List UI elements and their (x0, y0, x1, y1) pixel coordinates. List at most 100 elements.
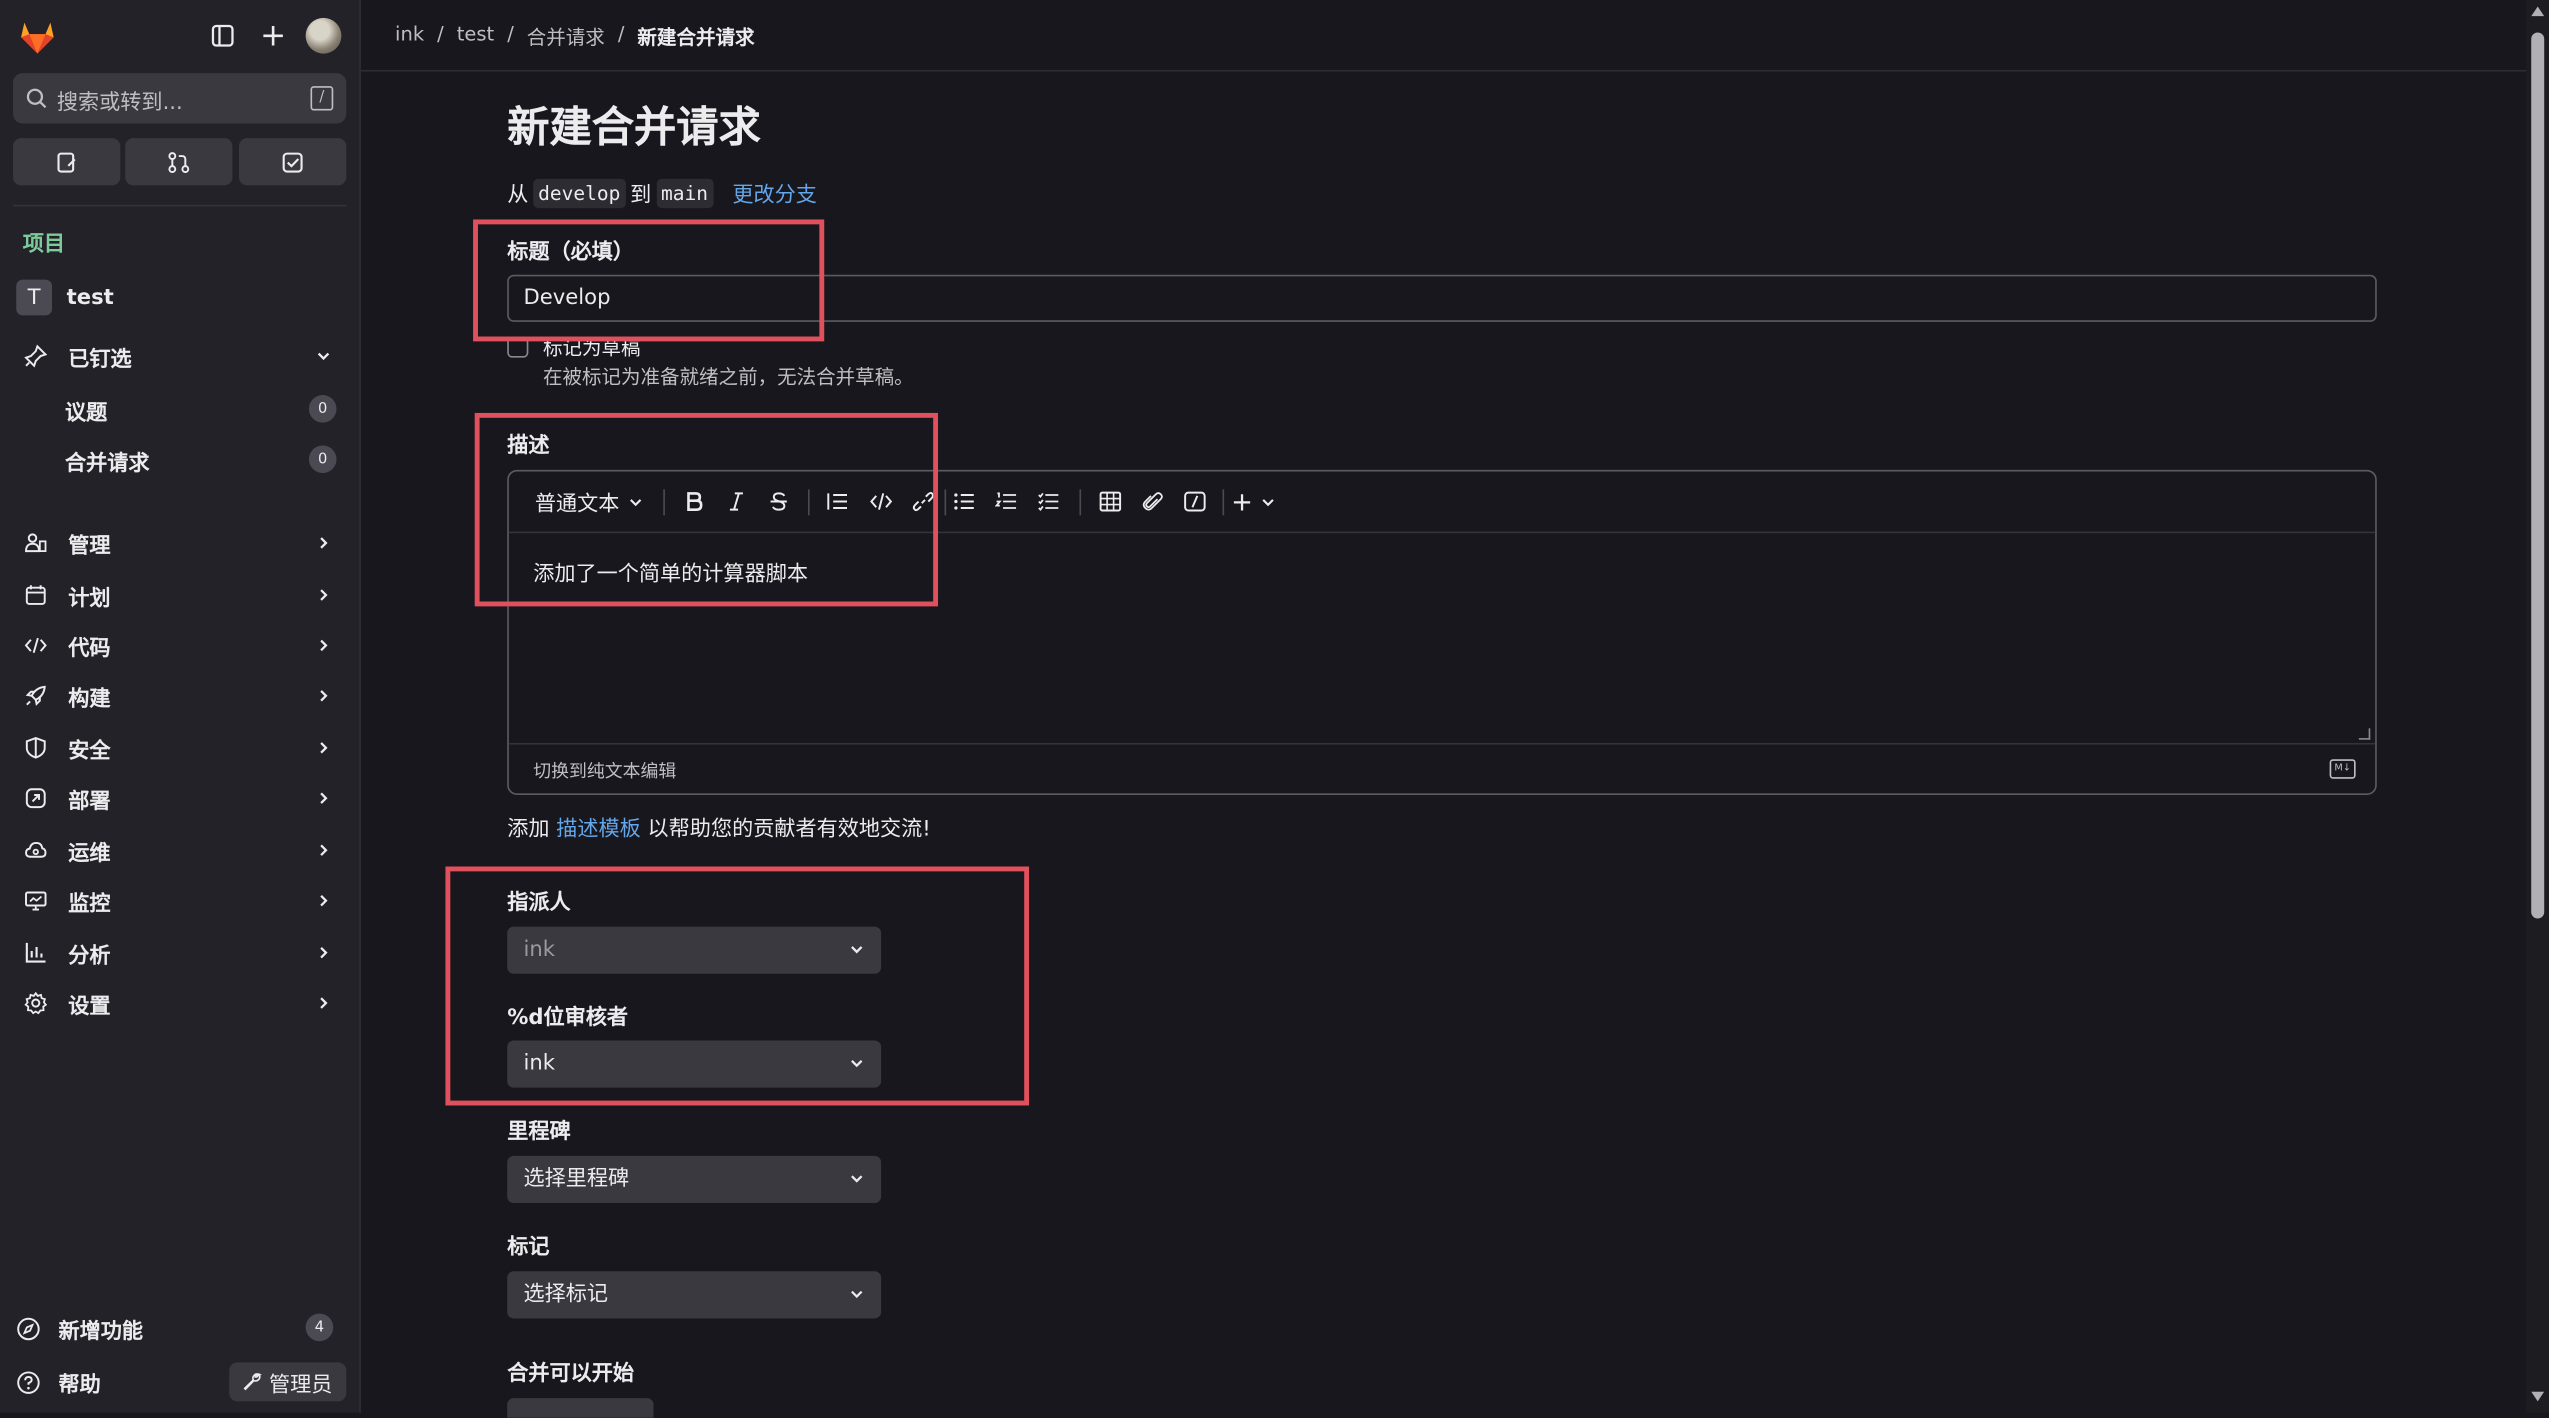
create-new-icon[interactable] (255, 18, 291, 54)
cloud-icon (23, 837, 49, 863)
breadcrumb-item-user[interactable]: ink (395, 23, 424, 51)
toolbar-divider (663, 489, 665, 516)
labels-value: 选择标记 (523, 1282, 609, 1308)
chevron-right-icon (320, 997, 328, 1009)
bullet-list-icon[interactable] (951, 488, 977, 516)
reviewer-label: %d位审核者 (507, 1006, 629, 1031)
milestone-label: 里程碑 (507, 1120, 571, 1145)
milestone-select[interactable]: 选择里程碑 (507, 1155, 882, 1204)
pinned-item-merge-requests[interactable]: 合并请求 (65, 445, 150, 476)
sidebar-item-label: 部署 (68, 789, 111, 814)
editor-toolbar: 普通文本 (508, 471, 2376, 534)
merge-requests-quick-button[interactable] (125, 138, 233, 186)
chevron-down-icon (851, 946, 863, 954)
breadcrumb-separator: / (507, 22, 514, 46)
sidebar-item-label: 计划 (68, 586, 111, 611)
pinned-label: 已钉选 (68, 347, 132, 372)
title-input[interactable]: Develop (507, 274, 2377, 322)
issues-icon (57, 151, 76, 172)
breadcrumb-item-project[interactable]: test (457, 23, 494, 51)
merge-request-icon (168, 151, 190, 173)
numbered-list-icon[interactable] (993, 488, 1019, 516)
breadcrumb-separator: / (437, 22, 444, 46)
labels-select[interactable]: 选择标记 (507, 1271, 882, 1319)
chevron-right-icon (320, 792, 328, 804)
slash-command-icon[interactable] (1182, 488, 1208, 516)
chevron-right-icon (320, 894, 328, 907)
project-link[interactable]: T test (16, 279, 114, 316)
sidebar: 搜索或转到... / 项目 T test 已钉选 议题 0 合并请求 0 管理 … (0, 0, 361, 1413)
sidebar-item-operate[interactable]: 运维 (13, 827, 346, 873)
description-template-link[interactable]: 描述模板 (556, 818, 641, 842)
resize-handle[interactable] (2358, 728, 2371, 740)
attachment-icon[interactable] (1140, 488, 1166, 516)
change-branches-link[interactable]: 更改分支 (732, 177, 817, 208)
rocket-icon (23, 683, 49, 709)
reviewer-select[interactable]: ink (507, 1040, 882, 1088)
table-icon[interactable] (1097, 488, 1123, 516)
sidebar-item-monitor[interactable]: 监控 (13, 878, 346, 924)
sidebar-item-manage[interactable]: 管理 (13, 520, 346, 566)
pinned-item-issues[interactable]: 议题 (65, 395, 107, 426)
whats-new-button[interactable]: 新增功能 (15, 1314, 143, 1344)
bold-icon[interactable] (681, 488, 707, 516)
breadcrumb-separator: / (617, 22, 625, 46)
search-input[interactable]: 搜索或转到... / (13, 73, 347, 124)
from-word: 从 (507, 183, 529, 209)
chart-icon (23, 940, 49, 966)
page-scrollbar[interactable] (2526, 0, 2549, 1413)
sidebar-top (0, 0, 359, 72)
sidebar-item-analyze[interactable]: 分析 (13, 930, 346, 976)
italic-icon[interactable] (723, 488, 749, 516)
todo-quick-button[interactable] (238, 138, 347, 186)
merge-requests-count-badge: 0 (308, 445, 337, 474)
breadcrumb-item-merge-requests[interactable]: 合并请求 (527, 23, 605, 51)
draft-checkbox[interactable] (507, 336, 529, 358)
sidebar-item-label: 分析 (68, 943, 111, 969)
markdown-icon: M↓ (2329, 759, 2356, 779)
issues-quick-button[interactable] (13, 138, 121, 186)
sidebar-item-deploy[interactable]: 部署 (13, 775, 346, 821)
sidebar-item-build[interactable]: 构建 (13, 673, 346, 719)
chevron-right-icon (320, 537, 328, 549)
assignee-label: 指派人 (507, 890, 571, 916)
strikethrough-icon[interactable] (766, 488, 792, 516)
sidebar-item-code[interactable]: 代码 (13, 623, 346, 669)
sidebar-item-label: 构建 (68, 686, 111, 712)
help-icon (15, 1370, 41, 1396)
admin-button[interactable]: 管理员 (229, 1362, 347, 1402)
text-style-dropdown[interactable]: 普通文本 (535, 488, 644, 517)
chevron-down-icon (851, 1059, 863, 1068)
monitor-icon (23, 888, 49, 914)
pinned-section-toggle[interactable]: 已钉选 (13, 333, 346, 379)
sidebar-item-secure[interactable]: 安全 (13, 725, 346, 771)
sidebar-item-label: 运维 (68, 841, 111, 866)
chevron-right-icon (320, 589, 328, 601)
description-textarea[interactable]: 添加了一个简单的计算器脚本 (533, 556, 808, 586)
sidebar-item-settings[interactable]: 设置 (13, 980, 346, 1026)
section-title: 项目 (22, 232, 66, 257)
user-avatar[interactable] (305, 17, 342, 54)
scroll-up-icon[interactable] (2531, 6, 2545, 17)
sidebar-divider (13, 204, 347, 207)
source-branch: develop (533, 178, 626, 208)
chevron-right-icon (320, 946, 328, 959)
pin-icon (23, 343, 49, 369)
merge-after-input[interactable] (507, 1398, 654, 1418)
gitlab-logo-icon[interactable] (16, 15, 58, 57)
sidebar-item-plan[interactable]: 计划 (13, 572, 346, 618)
more-options-dropdown[interactable] (1232, 488, 1276, 516)
switch-to-plain-text-button[interactable]: 切换到纯文本编辑 (533, 758, 676, 784)
scrollbar-thumb[interactable] (2531, 32, 2545, 919)
project-name: test (66, 285, 114, 310)
assignee-select[interactable]: ink (507, 926, 882, 974)
link-icon[interactable] (910, 488, 936, 516)
blockquote-icon[interactable] (824, 488, 850, 516)
toggle-sidebar-icon[interactable] (205, 18, 241, 54)
scroll-down-icon[interactable] (2531, 1391, 2545, 1402)
help-button[interactable]: 帮助 (15, 1367, 101, 1398)
code-block-icon[interactable] (868, 488, 894, 516)
task-list-icon[interactable] (1036, 488, 1062, 516)
chevron-right-icon (320, 690, 328, 702)
template-suffix: 以帮助您的贡献者有效地交流! (647, 817, 931, 843)
